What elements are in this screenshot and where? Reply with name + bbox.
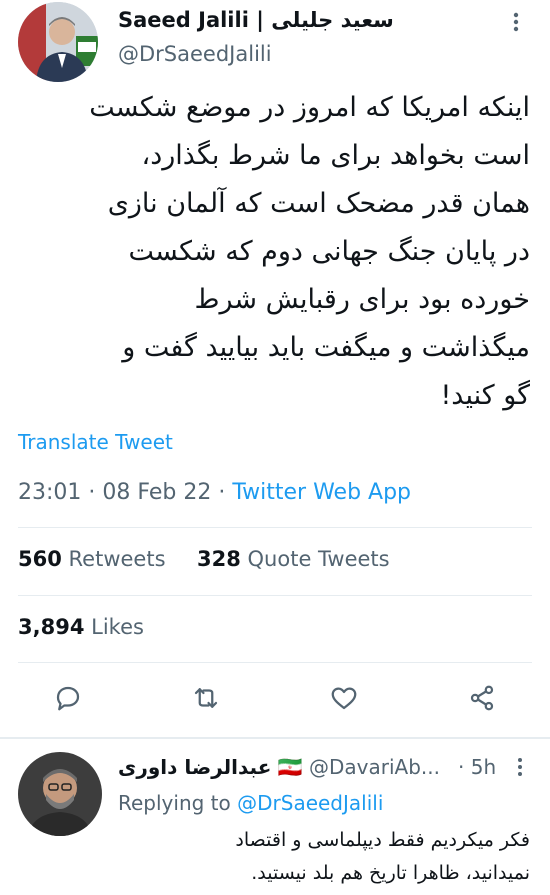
divider <box>18 595 532 596</box>
divider <box>0 737 550 739</box>
reply-author-name[interactable]: عبدالرضا داوری <box>118 755 271 779</box>
reply-author-handle[interactable]: @DavariAb... <box>309 755 440 779</box>
tweet-text: اینکه امریکا که امروز در موضع شکست است ب… <box>89 92 530 411</box>
author-handle[interactable]: @DrSaeedJalili <box>118 42 272 66</box>
tweet-date[interactable]: 08 Feb 22 <box>102 480 211 505</box>
tweet-source[interactable]: Twitter Web App <box>232 480 411 505</box>
replying-to-handle[interactable]: @DrSaeedJalili <box>237 791 383 815</box>
tweet-meta: 23:01 · 08 Feb 22 · Twitter Web App <box>18 480 411 505</box>
replying-to: Replying to @DrSaeedJalili <box>118 791 383 815</box>
reply-icon[interactable] <box>46 676 90 720</box>
reply-avatar-image <box>18 752 102 836</box>
tweet-time[interactable]: 23:01 <box>18 480 81 505</box>
divider <box>18 662 532 663</box>
meta-sep: · <box>88 480 96 505</box>
translate-tweet-link[interactable]: Translate Tweet <box>18 430 173 454</box>
retweets-count: 560 <box>18 547 62 571</box>
reply-more-icon[interactable] <box>512 756 528 778</box>
likes-label: Likes <box>91 615 144 639</box>
meta-sep: · <box>218 480 226 505</box>
quotes-count: 328 <box>197 547 241 571</box>
quotes-label: Quote Tweets <box>247 547 390 571</box>
more-icon[interactable] <box>506 10 526 34</box>
replying-to-label: Replying to <box>118 791 231 815</box>
reply-flag: 🇮🇷 <box>277 755 303 779</box>
likes-count: 3,894 <box>18 615 85 639</box>
retweets-stat[interactable]: 560 Retweets <box>18 547 166 571</box>
likes-stat[interactable]: 3,894 Likes <box>18 615 144 639</box>
quotes-stat[interactable]: 328 Quote Tweets <box>197 547 390 571</box>
author-avatar[interactable] <box>18 2 98 82</box>
reply-author-avatar[interactable] <box>18 752 102 836</box>
retweet-icon[interactable] <box>184 676 228 720</box>
reply-text: فکر میکردیم فقط دیپلماسی و اقتصاد نمیدان… <box>235 829 530 884</box>
reply-time[interactable]: · 5h <box>458 755 496 779</box>
share-icon[interactable] <box>460 676 504 720</box>
author-name[interactable]: Saeed Jalili | سعید جلیلی <box>118 8 394 32</box>
retweets-label: Retweets <box>68 547 166 571</box>
reply-header: عبدالرضا داوری 🇮🇷 @DavariAb... <box>118 755 440 779</box>
divider <box>18 527 532 528</box>
avatar-image <box>18 2 98 82</box>
like-icon[interactable] <box>322 676 366 720</box>
